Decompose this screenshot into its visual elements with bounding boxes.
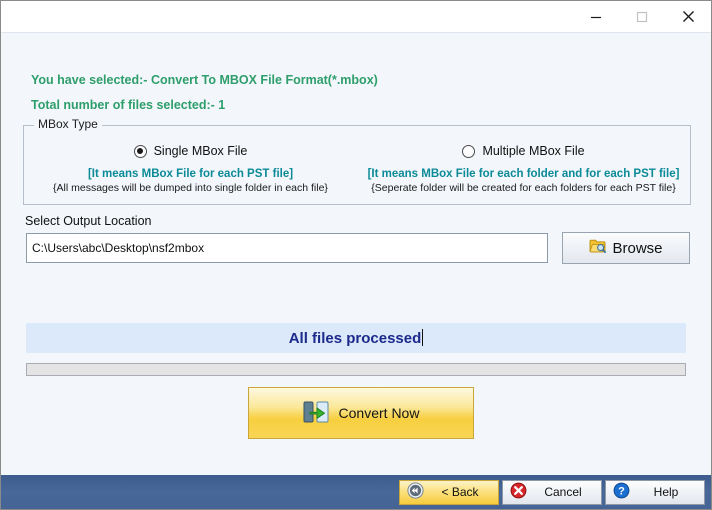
status-message-bar: All files processed bbox=[26, 323, 686, 353]
maximize-button[interactable] bbox=[619, 1, 665, 32]
files-selected-count-text: Total number of files selected:- 1 bbox=[31, 98, 226, 112]
progress-bar bbox=[26, 363, 686, 376]
minimize-button[interactable] bbox=[573, 1, 619, 32]
title-bar bbox=[1, 1, 711, 32]
footer-bar: < Back Cancel ? Help bbox=[1, 475, 711, 509]
cancel-icon bbox=[510, 482, 527, 502]
mbox-option-multiple[interactable]: Multiple MBox File [It means MBox File f… bbox=[357, 144, 690, 194]
mbox-type-options: Single MBox File [It means MBox File for… bbox=[24, 144, 690, 194]
browse-button[interactable]: Browse bbox=[562, 232, 690, 264]
output-location-label: Select Output Location bbox=[25, 214, 152, 228]
browse-button-label: Browse bbox=[612, 239, 663, 257]
mbox-option-single[interactable]: Single MBox File [It means MBox File for… bbox=[24, 144, 357, 194]
text-caret bbox=[422, 329, 424, 346]
rewind-icon bbox=[407, 482, 424, 502]
mbox-type-groupbox: MBox Type Single MBox File [It means MBo… bbox=[23, 117, 691, 205]
application-window: You have selected:- Convert To MBOX File… bbox=[0, 0, 712, 510]
convert-now-button[interactable]: Convert Now bbox=[248, 387, 474, 439]
cancel-button-label: Cancel bbox=[544, 485, 582, 499]
multiple-note-bracket: [It means MBox File for each folder and … bbox=[367, 167, 680, 180]
help-button[interactable]: ? Help bbox=[605, 479, 705, 505]
svg-text:?: ? bbox=[618, 486, 625, 498]
radio-multiple-row[interactable]: Multiple MBox File bbox=[462, 144, 585, 158]
radio-single-label: Single MBox File bbox=[153, 144, 248, 158]
convert-now-label: Convert Now bbox=[338, 405, 420, 421]
back-button-label: < Back bbox=[441, 485, 479, 499]
close-button[interactable] bbox=[665, 1, 711, 32]
output-path-input[interactable] bbox=[26, 233, 548, 263]
back-button[interactable]: < Back bbox=[399, 479, 499, 505]
minimize-icon bbox=[590, 11, 602, 23]
maximize-icon bbox=[636, 11, 648, 23]
radio-single-row[interactable]: Single MBox File bbox=[133, 144, 248, 158]
client-area: You have selected:- Convert To MBOX File… bbox=[1, 32, 711, 509]
selected-format-text: You have selected:- Convert To MBOX File… bbox=[31, 73, 378, 87]
folder-search-icon bbox=[589, 238, 608, 258]
single-note-brace: {All messages will be dumped into single… bbox=[53, 181, 328, 194]
status-message: All files processed bbox=[288, 330, 422, 347]
multiple-note-brace: {Seperate folder will be created for eac… bbox=[371, 181, 676, 194]
help-icon: ? bbox=[613, 482, 630, 502]
single-note-bracket: [It means MBox File for each PST file] bbox=[87, 167, 294, 180]
status-text-wrap: All files processed bbox=[289, 329, 424, 347]
help-button-label: Help bbox=[653, 485, 679, 499]
mbox-type-legend: MBox Type bbox=[34, 117, 102, 131]
radio-single-mbox-file[interactable] bbox=[133, 144, 147, 158]
window-title bbox=[1, 1, 573, 32]
convert-arrow-icon bbox=[303, 400, 329, 427]
radio-multiple-label: Multiple MBox File bbox=[482, 144, 585, 158]
cancel-button[interactable]: Cancel bbox=[502, 479, 602, 505]
close-icon bbox=[682, 10, 695, 23]
radio-multiple-mbox-file[interactable] bbox=[462, 144, 476, 158]
